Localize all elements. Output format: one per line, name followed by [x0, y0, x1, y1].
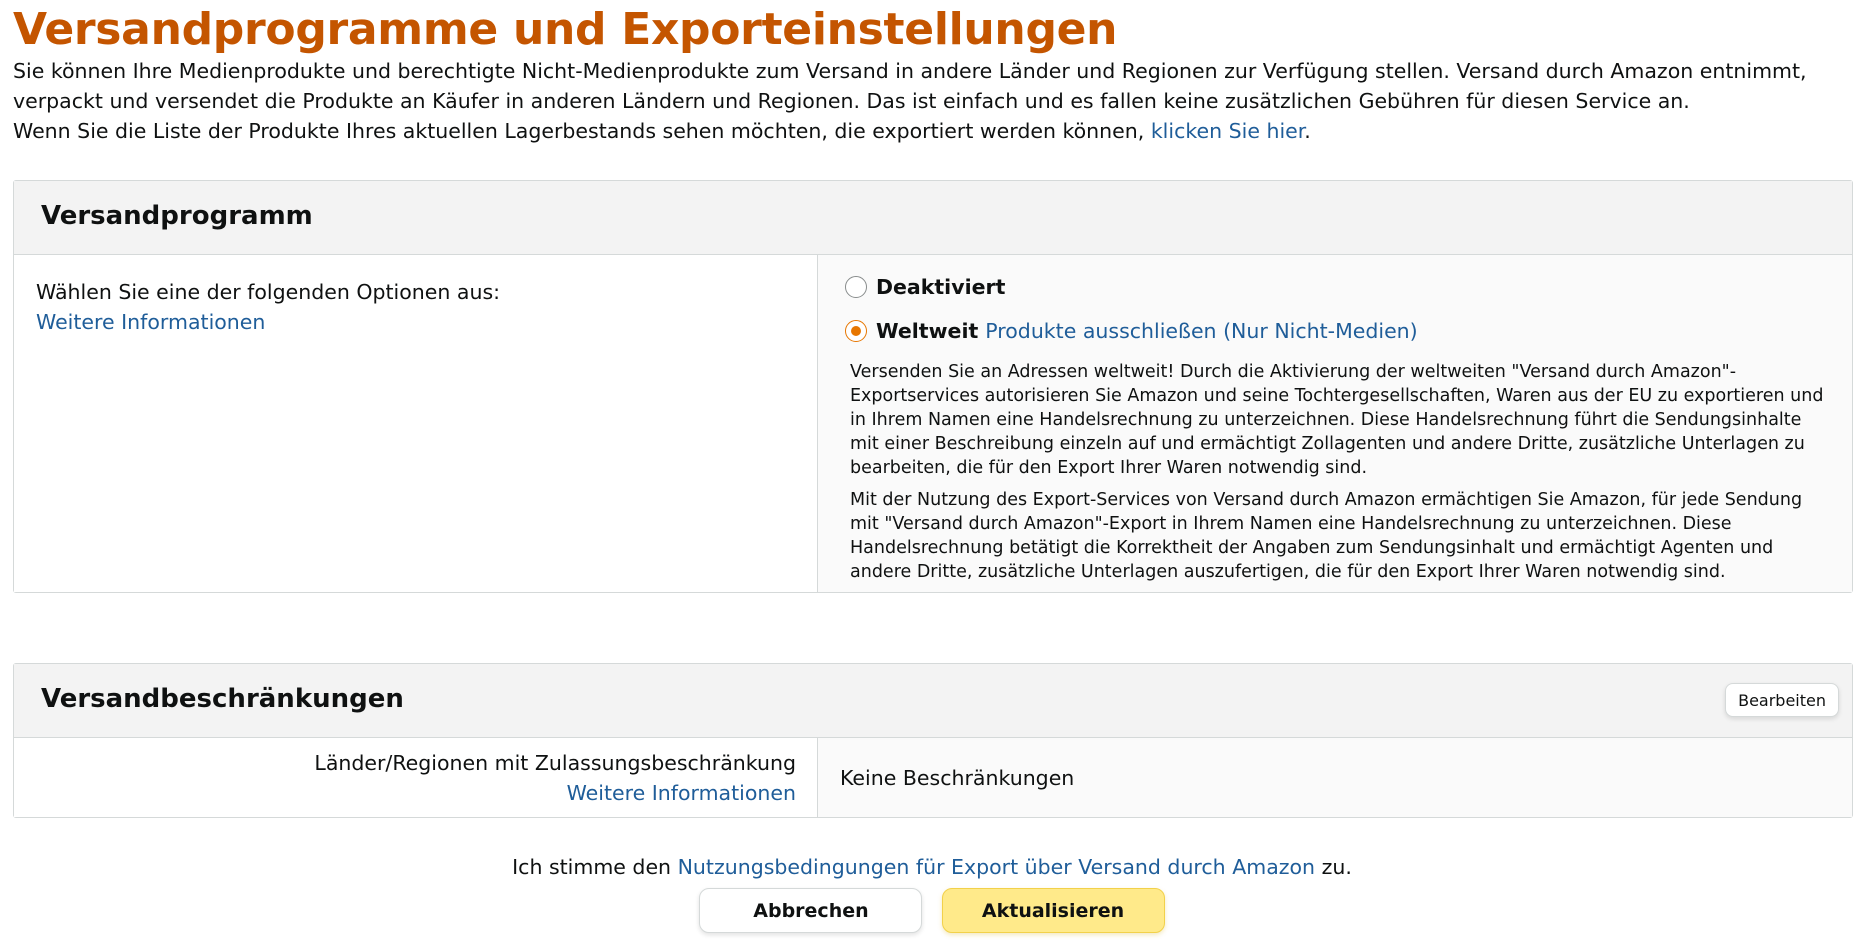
restricted-regions-label-cell: Länder/Regionen mit Zulassungsbeschränku… [14, 738, 818, 817]
shipping-program-options: Deaktiviert Weltweit Produkte ausschließ… [818, 255, 1852, 584]
intro-inventory-text: Wenn Sie die Liste der Produkte Ihres ak… [13, 119, 1145, 143]
restricted-regions-label: Länder/Regionen mit Zulassungsbeschränku… [314, 751, 796, 775]
intro-text: Sie können Ihre Medienprodukte und berec… [13, 56, 1843, 146]
shipping-program-prompt: Wählen Sie eine der folgenden Optionen a… [36, 280, 501, 304]
shipping-program-row: Wählen Sie eine der folgenden Optionen a… [14, 255, 1852, 592]
inventory-list-link[interactable]: klicken Sie hier [1151, 119, 1304, 143]
worldwide-description-2: Mit der Nutzung des Export-Services von … [850, 490, 1803, 582]
shipping-restrictions-row: Länder/Regionen mit Zulassungsbeschränku… [14, 738, 1852, 817]
option-disabled-radio[interactable] [845, 276, 867, 298]
exclude-products-link[interactable]: Produkte ausschließen (Nur Nicht-Medien) [985, 316, 1417, 346]
shipping-restrictions-panel: Versandbeschränkungen Bearbeiten Länder/… [13, 663, 1853, 818]
worldwide-description-1: Versenden Sie an Adressen weltweit! Durc… [850, 362, 1824, 478]
shipping-program-prompt-cell: Wählen Sie eine der folgenden Optionen a… [14, 255, 818, 592]
restricted-regions-value-cell: Keine Beschränkungen [818, 738, 1852, 817]
cancel-button[interactable]: Abbrechen [699, 888, 923, 933]
option-worldwide[interactable]: Weltweit Produkte ausschließen (Nur Nich… [845, 316, 1852, 346]
form-actions: Abbrechen Aktualisieren [0, 888, 1864, 933]
edit-button[interactable]: Bearbeiten [1725, 683, 1839, 717]
shipping-program-more-info-link[interactable]: Weitere Informationen [36, 310, 265, 334]
export-terms-link[interactable]: Nutzungsbedingungen für Export über Vers… [678, 855, 1315, 879]
shipping-program-options-cell: Deaktiviert Weltweit Produkte ausschließ… [818, 255, 1852, 592]
intro-paragraph: Sie können Ihre Medienprodukte und berec… [13, 59, 1807, 113]
option-worldwide-radio[interactable] [845, 320, 867, 342]
shipping-restrictions-header: Versandbeschränkungen Bearbeiten [14, 664, 1852, 738]
terms-agreement-prefix: Ich stimme den [512, 855, 672, 879]
option-worldwide-label[interactable]: Weltweit [876, 316, 978, 346]
shipping-restrictions-heading: Versandbeschränkungen [41, 684, 404, 714]
worldwide-description: Versenden Sie an Adressen weltweit! Durc… [845, 346, 1852, 584]
page-title: Versandprogramme und Exporteinstellungen [13, 4, 1118, 55]
terms-agreement: Ich stimme den Nutzungsbedingungen für E… [0, 852, 1864, 882]
option-disabled[interactable]: Deaktiviert [845, 272, 1852, 302]
page: Versandprogramme und Exporteinstellungen… [0, 0, 1864, 949]
intro-period: . [1304, 119, 1311, 143]
restricted-regions-value: Keine Beschränkungen [840, 765, 1075, 790]
option-disabled-label[interactable]: Deaktiviert [876, 272, 1005, 302]
restrictions-more-info-link[interactable]: Weitere Informationen [567, 781, 796, 805]
shipping-program-panel: Versandprogramm Wählen Sie eine der folg… [13, 180, 1853, 593]
terms-agreement-suffix: zu. [1321, 855, 1352, 879]
shipping-program-header: Versandprogramm [14, 181, 1852, 255]
update-button[interactable]: Aktualisieren [941, 888, 1165, 933]
shipping-program-heading: Versandprogramm [41, 201, 313, 231]
intro-inventory-line: Wenn Sie die Liste der Produkte Ihres ak… [13, 116, 1843, 146]
